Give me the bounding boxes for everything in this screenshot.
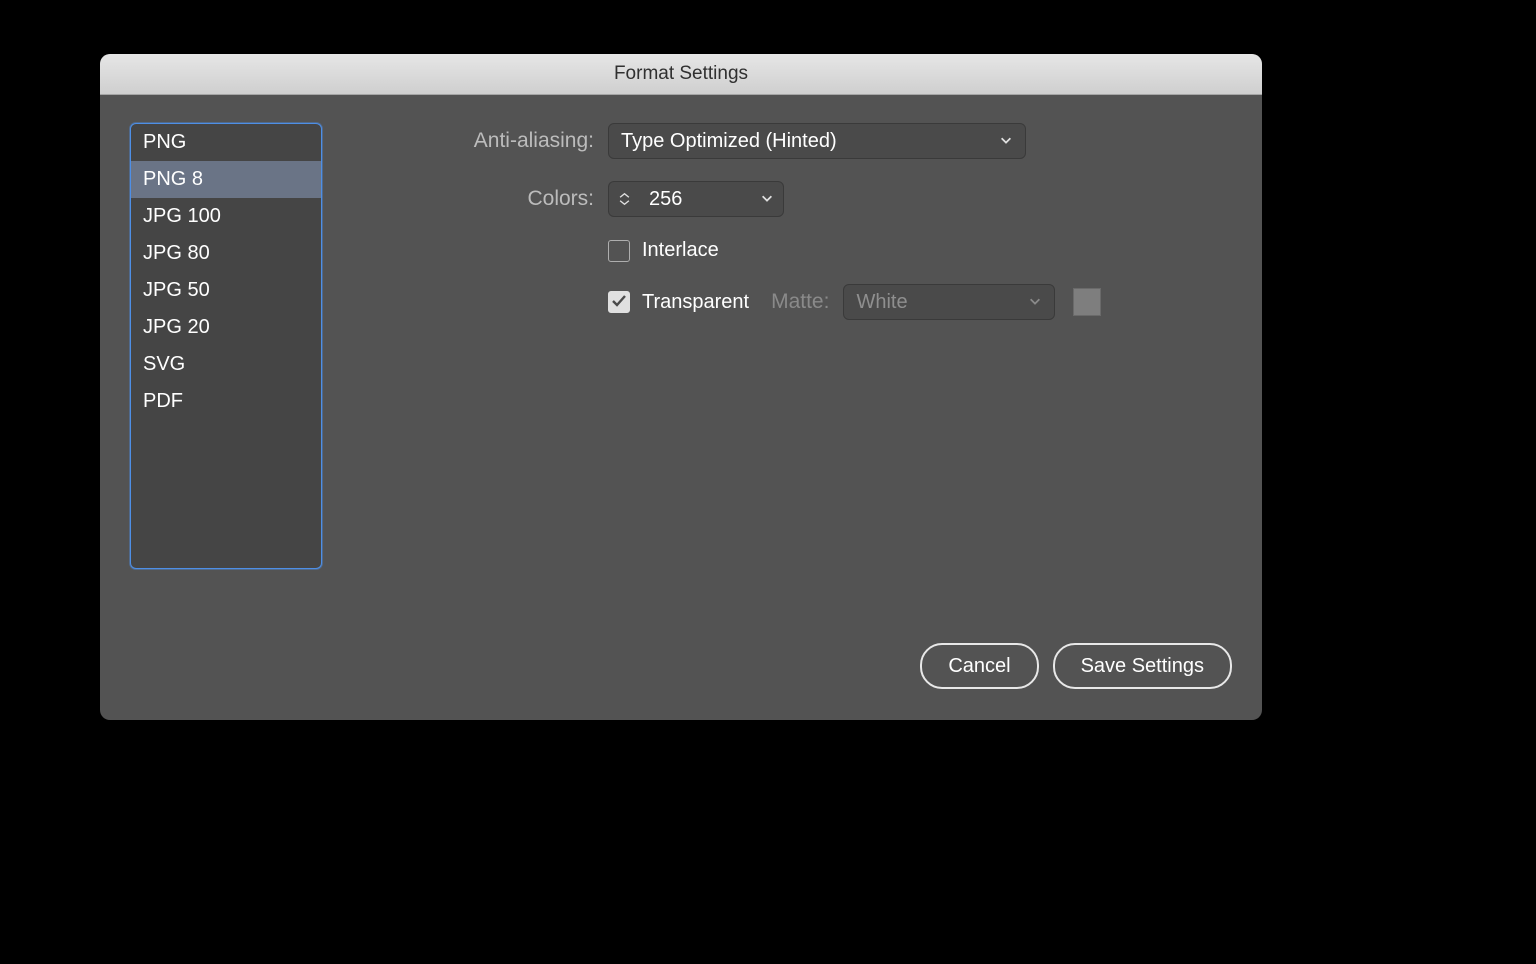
- antialias-value: Type Optimized (Hinted): [621, 130, 837, 153]
- format-item-png[interactable]: PNG: [131, 124, 321, 161]
- dialog-title: Format Settings: [614, 63, 748, 85]
- matte-select[interactable]: White: [843, 284, 1055, 320]
- format-item-jpg20[interactable]: JPG 20: [131, 309, 321, 346]
- dialog-footer: Cancel Save Settings: [100, 643, 1262, 719]
- chevron-down-icon: [1028, 291, 1042, 314]
- antialias-label: Anti-aliasing:: [346, 129, 608, 153]
- colors-input[interactable]: 256: [639, 181, 751, 217]
- colors-label: Colors:: [346, 187, 608, 211]
- colors-stepper[interactable]: [608, 181, 639, 217]
- colors-dropdown[interactable]: [751, 181, 784, 217]
- matte-label: Matte:: [771, 290, 829, 314]
- format-item-svg[interactable]: SVG: [131, 346, 321, 383]
- matte-color-swatch[interactable]: [1073, 288, 1101, 316]
- colors-value: 256: [649, 188, 682, 211]
- save-settings-button[interactable]: Save Settings: [1053, 643, 1232, 689]
- interlace-checkbox[interactable]: [608, 240, 630, 262]
- format-item-png8[interactable]: PNG 8: [131, 161, 321, 198]
- transparent-checkbox[interactable]: [608, 291, 630, 313]
- antialias-select[interactable]: Type Optimized (Hinted): [608, 123, 1026, 159]
- transparent-label: Transparent: [642, 291, 749, 314]
- chevron-up-icon: [619, 192, 630, 199]
- interlace-label: Interlace: [642, 239, 719, 262]
- chevron-down-icon: [619, 199, 630, 206]
- format-item-jpg80[interactable]: JPG 80: [131, 235, 321, 272]
- titlebar: Format Settings: [100, 54, 1262, 95]
- format-item-jpg50[interactable]: JPG 50: [131, 272, 321, 309]
- cancel-button[interactable]: Cancel: [920, 643, 1038, 689]
- matte-value: White: [856, 291, 907, 314]
- format-item-pdf[interactable]: PDF: [131, 383, 321, 420]
- chevron-down-icon: [760, 188, 774, 211]
- chevron-down-icon: [999, 130, 1013, 153]
- format-item-jpg100[interactable]: JPG 100: [131, 198, 321, 235]
- format-settings-dialog: Format Settings PNG PNG 8 JPG 100 JPG 80…: [100, 54, 1262, 720]
- format-listbox[interactable]: PNG PNG 8 JPG 100 JPG 80 JPG 50 JPG 20 S…: [130, 123, 322, 569]
- settings-form: Anti-aliasing: Type Optimized (Hinted) C…: [322, 123, 1232, 623]
